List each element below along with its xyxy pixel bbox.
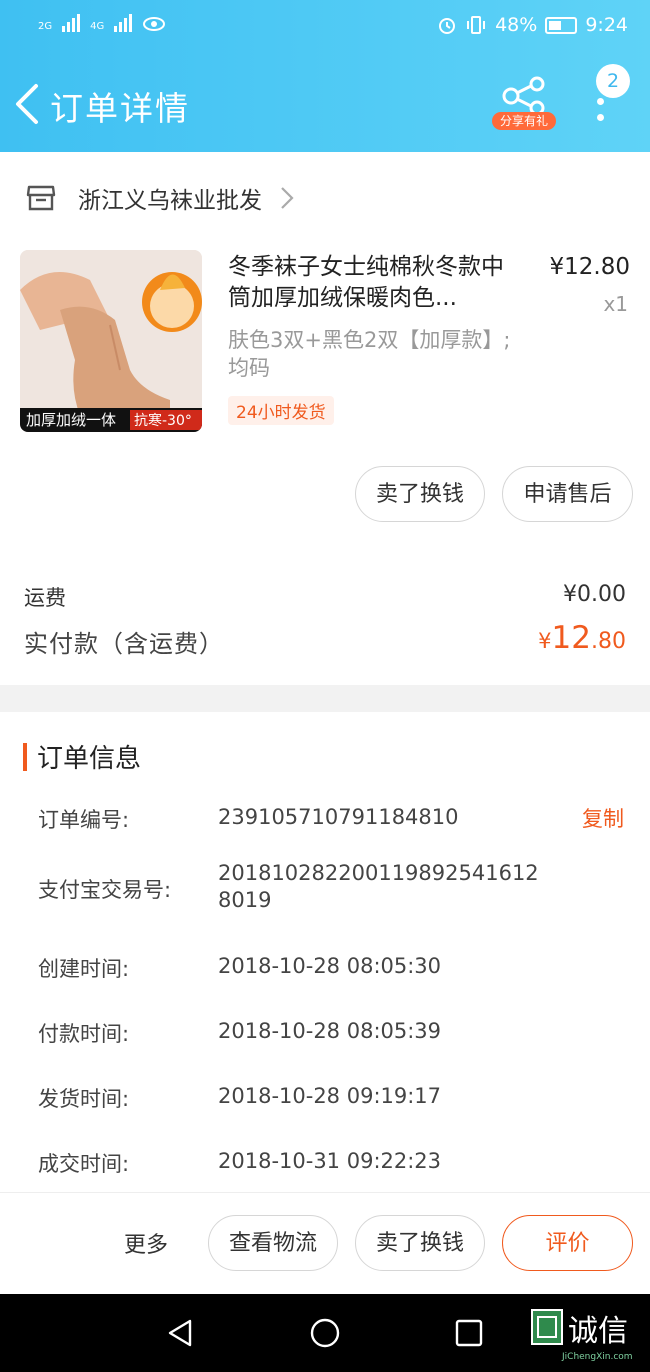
evaluate-button[interactable]: 评价 (502, 1215, 633, 1271)
image-banner-right: 抗寒-30° (134, 412, 192, 429)
shipping-value: ¥0.00 (563, 582, 626, 607)
shipping-tag: 24小时发货 (228, 396, 334, 425)
shipping-label: 运费 (24, 586, 66, 610)
share-icon (502, 76, 545, 116)
alipay-trade-value: 2018102822001198925416128019 (218, 861, 539, 912)
order-number-label: 订单编号: (38, 808, 130, 832)
chevron-right-icon (281, 187, 294, 209)
network-type-1: 2G (38, 21, 53, 32)
eye-icon (143, 17, 166, 31)
notification-badge: 2 (596, 64, 630, 98)
back-arrow-icon[interactable] (12, 82, 40, 126)
total-currency: ¥ (538, 629, 552, 653)
header: 2G 4G 48% 9:24 订单详情 分享有礼 2 (0, 0, 650, 152)
status-left: 2G 4G (38, 14, 166, 32)
paid-time-label: 付款时间: (38, 1022, 130, 1046)
completed-time-label: 成交时间: (38, 1152, 130, 1176)
page-title: 订单详情 (50, 89, 190, 128)
section-accent-bar (23, 742, 27, 771)
order-info-section: 订单信息 订单编号: 239105710791184810 复制 支付宝交易号:… (0, 712, 650, 1192)
watermark-subtext: JiChengXin.com (562, 1352, 633, 1362)
store-name: 浙江义乌袜业批发 (78, 188, 262, 214)
product-price: ¥12.80 (549, 254, 630, 280)
nav-back-icon[interactable] (166, 1318, 194, 1348)
order-number-value: 239105710791184810 (218, 805, 459, 829)
page: 2G 4G 48% 9:24 订单详情 分享有礼 2 浙江义乌袜业批发 加厚加绒… (0, 0, 650, 1372)
store-icon (26, 185, 56, 211)
battery-percent: 48% (495, 14, 538, 36)
signal-icon (114, 14, 133, 32)
share-gift-label: 分享有礼 (492, 112, 556, 130)
image-banner-left: 加厚加绒一体 (26, 411, 116, 429)
more-actions-button[interactable]: 更多 (124, 1227, 168, 1259)
vibrate-icon (467, 16, 486, 34)
alipay-trade-label: 支付宝交易号: (38, 878, 172, 902)
nav-recents-icon[interactable] (455, 1319, 483, 1347)
completed-time-value: 2018-10-31 09:22:23 (218, 1149, 442, 1173)
watermark-text: 诚信 (568, 1314, 628, 1349)
system-nav-bar: 诚信 JiChengXin.com (0, 1294, 650, 1372)
bottom-action-bar: 更多 查看物流 卖了换钱 评价 (0, 1192, 650, 1294)
order-item-card: 浙江义乌袜业批发 加厚加绒一体 抗寒-30° 冬季袜子女士纯棉秋冬款中筒加厚加绒… (0, 152, 650, 685)
product-name[interactable]: 冬季袜子女士纯棉秋冬款中筒加厚加绒保暖肉色... (228, 252, 523, 314)
alarm-icon (439, 18, 456, 34)
copy-order-number-button[interactable]: 复制 (582, 803, 624, 833)
nav-home-icon[interactable] (309, 1317, 341, 1349)
paid-time-value: 2018-10-28 08:05:39 (218, 1019, 442, 1043)
after-sale-button[interactable]: 申请售后 (502, 466, 633, 522)
product-sku: 肤色3双+黑色2双【加厚款】;均码 (228, 328, 511, 380)
product-photo: 加厚加绒一体 抗寒-30° (20, 250, 202, 432)
order-info-title: 订单信息 (37, 744, 142, 774)
product-quantity: x1 (603, 292, 628, 316)
product-image[interactable]: 加厚加绒一体 抗寒-30° (20, 250, 202, 432)
more-menu-button[interactable]: 2 (588, 62, 636, 126)
total-label: 实付款（含运费） (24, 630, 224, 658)
order-info-header: 订单信息 (23, 738, 141, 775)
status-right: 48% 9:24 (437, 14, 628, 36)
total-value: ¥12.80 (538, 620, 626, 656)
watermark: 诚信 JiChengXin.com (530, 1304, 650, 1366)
more-vertical-icon (597, 98, 605, 130)
store-row[interactable]: 浙江义乌袜业批发 (26, 178, 294, 218)
shipped-time-label: 发货时间: (38, 1087, 130, 1111)
network-type-2: 4G (90, 21, 105, 32)
total-decimal: .80 (591, 629, 626, 654)
status-bar: 2G 4G 48% 9:24 (0, 0, 650, 56)
sell-button[interactable]: 卖了换钱 (355, 1215, 485, 1271)
clock: 9:24 (585, 14, 628, 36)
created-time-value: 2018-10-28 08:05:30 (218, 954, 442, 978)
total-integer: 12 (551, 620, 591, 656)
created-time-label: 创建时间: (38, 957, 130, 981)
view-logistics-button[interactable]: 查看物流 (208, 1215, 338, 1271)
shipped-time-value: 2018-10-28 09:19:17 (218, 1084, 442, 1108)
signal-icon (62, 14, 81, 32)
watermark-logo (531, 1309, 563, 1345)
sell-item-button[interactable]: 卖了换钱 (355, 466, 485, 522)
battery-icon (545, 16, 578, 34)
share-button[interactable]: 分享有礼 (492, 76, 556, 134)
